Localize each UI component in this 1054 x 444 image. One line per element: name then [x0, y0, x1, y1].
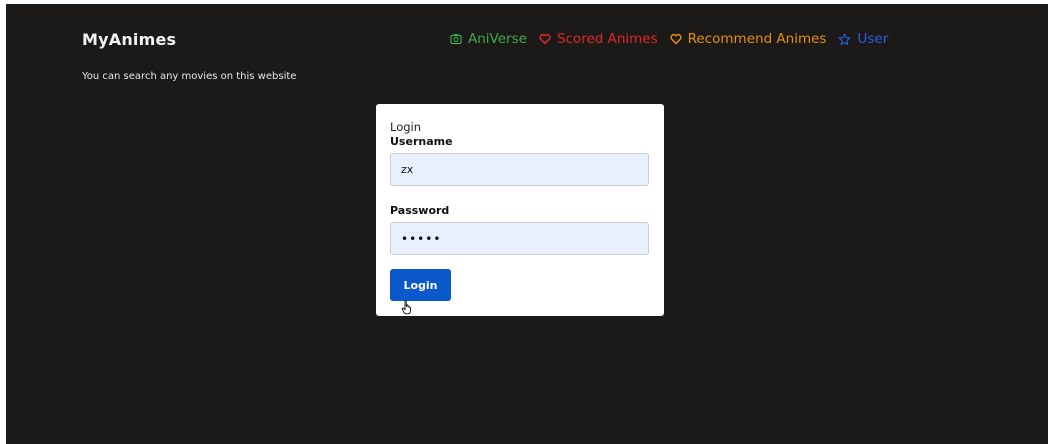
username-label: Username — [390, 135, 453, 148]
tagline: You can search any movies on this websit… — [82, 71, 297, 82]
login-title: Login — [390, 120, 422, 134]
username-input[interactable] — [390, 153, 649, 186]
login-button[interactable]: Login — [390, 269, 451, 301]
brand-logo[interactable]: MyAnimes — [82, 30, 176, 49]
nav-item-label: User — [857, 31, 889, 47]
heart-icon — [670, 33, 682, 45]
nav-item-user[interactable]: User — [838, 31, 888, 47]
nav-item-label: AniVerse — [468, 31, 527, 47]
heart-icon — [539, 33, 551, 45]
nav-item-aniverse[interactable]: AniVerse — [450, 31, 527, 47]
star-icon — [839, 33, 851, 45]
login-card: Login Username Password Login — [376, 104, 664, 316]
nav-item-recommend-animes[interactable]: Recommend Animes — [670, 31, 827, 47]
password-label: Password — [390, 204, 450, 217]
nav-item-scored-animes[interactable]: Scored Animes — [539, 31, 658, 47]
password-input[interactable] — [390, 222, 649, 255]
app-frame: MyAnimes You can search any movies on th… — [6, 4, 1048, 444]
hand-pointer-icon — [401, 300, 411, 315]
nav-item-label: Recommend Animes — [687, 31, 827, 47]
camera-icon — [450, 34, 462, 45]
nav-item-label: Scored Animes — [556, 31, 658, 47]
top-nav: AniVerse Scored Animes Recommend Animes … — [450, 31, 888, 47]
